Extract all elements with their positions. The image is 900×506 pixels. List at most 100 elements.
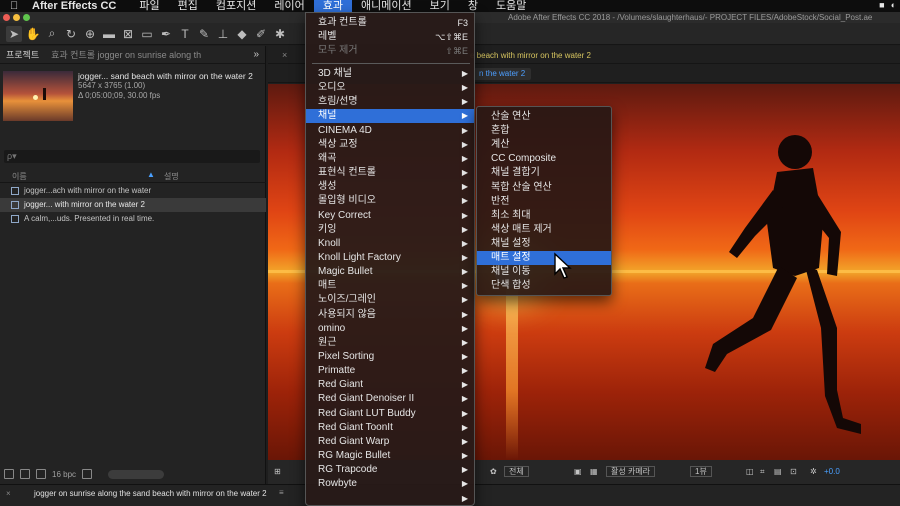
panel-more-icon[interactable]: »: [253, 49, 259, 60]
tab-timeline[interactable]: jogger on sunrise along the sand beach w…: [34, 489, 267, 498]
menu-item[interactable]: 사용되지 않음 ▶: [306, 308, 474, 322]
video-tool-icon[interactable]: ▬: [101, 26, 117, 42]
zoom-tool-icon[interactable]: ⌕: [44, 26, 60, 42]
resolution-select[interactable]: 전체: [504, 466, 529, 477]
menu-effects[interactable]: 효과: [313, 0, 352, 12]
menu-composition[interactable]: 컴포지션: [207, 0, 265, 12]
submenu-item[interactable]: 채널 설정: [477, 237, 611, 251]
menu-item[interactable]: RG Magic Bullet ▶: [306, 449, 474, 463]
region-icon[interactable]: ⊞: [274, 467, 281, 476]
menu-item[interactable]: Red Giant Denoiser II ▶: [306, 392, 474, 406]
submenu-item[interactable]: 단색 합성: [477, 279, 611, 293]
roto-tool-icon[interactable]: ✐: [253, 26, 269, 42]
views-select[interactable]: 1뷰: [690, 466, 712, 477]
menu-item[interactable]: Red Giant ▶: [306, 378, 474, 392]
exposure-value[interactable]: +0.0: [824, 467, 840, 476]
app-name[interactable]: After Effects CC: [32, 0, 116, 12]
exposure-icon[interactable]: ✲: [810, 467, 817, 476]
zoom-window-icon[interactable]: [23, 14, 30, 21]
fast-preview-icon[interactable]: ⌗: [760, 467, 765, 477]
menu-item[interactable]: Pixel Sorting ▶: [306, 350, 474, 364]
puppet-tool-icon[interactable]: ✱: [272, 26, 288, 42]
interpret-footage-icon[interactable]: [4, 469, 14, 479]
menu-help[interactable]: 도움말: [487, 0, 535, 12]
menu-item[interactable]: Red Giant Warp ▶: [306, 435, 474, 449]
selection-tool-icon[interactable]: ➤: [6, 25, 22, 42]
menu-layer[interactable]: 레이어: [265, 0, 313, 12]
pen-tool-icon[interactable]: ✒: [158, 26, 174, 42]
submenu-item[interactable]: 매트 설정: [477, 251, 611, 265]
menu-item[interactable]: CINEMA 4D ▶: [306, 124, 474, 138]
camera-status-icon[interactable]: ■: [879, 0, 884, 10]
menu-item[interactable]: 매트 ▶: [306, 279, 474, 293]
stamp-tool-icon[interactable]: ⊥: [215, 26, 231, 42]
menu-item[interactable]: 흐림/선명 ▶: [306, 95, 474, 109]
submenu-item[interactable]: 복합 산술 연산: [477, 181, 611, 195]
list-item[interactable]: jogger...ach with mirror on the water: [0, 184, 266, 198]
submenu-item[interactable]: 계산: [477, 138, 611, 152]
menu-item[interactable]: 노이즈/그레인 ▶: [306, 293, 474, 307]
wifi-icon[interactable]: ◐: [891, 0, 896, 10]
rectangle-tool-icon[interactable]: ▭: [139, 26, 155, 42]
transparency-grid-icon[interactable]: ▦: [590, 467, 598, 476]
color-wheel-icon[interactable]: ✿: [490, 467, 497, 476]
menu-item[interactable]: 채널 ▶: [306, 109, 474, 124]
flowchart-icon[interactable]: ⊡: [790, 467, 797, 476]
menu-item-levels[interactable]: 레벨 ⌥⇧⌘E: [306, 30, 474, 44]
breadcrumb-item[interactable]: n the water 2: [473, 68, 532, 80]
menu-view[interactable]: 보기: [421, 0, 459, 12]
menu-item[interactable]: Primatte ▶: [306, 364, 474, 378]
hand-tool-icon[interactable]: ✋: [25, 26, 41, 42]
submenu-item[interactable]: 최소 최대: [477, 209, 611, 223]
project-search-input[interactable]: ρ▾: [4, 150, 260, 163]
trash-icon[interactable]: [82, 469, 93, 479]
menu-item[interactable]: Knoll Light Factory ▶: [306, 251, 474, 265]
menu-item[interactable]: omino ▶: [306, 322, 474, 336]
menu-item[interactable]: Red Giant ToonIt ▶: [306, 421, 474, 435]
thumbnail-slider[interactable]: [108, 469, 165, 479]
camera-tool-icon[interactable]: ⊕: [82, 26, 98, 42]
submenu-item[interactable]: 반전: [477, 195, 611, 209]
bit-depth-button[interactable]: 16 bpc: [52, 470, 76, 479]
submenu-item[interactable]: 산술 연산: [477, 110, 611, 124]
tab-composition[interactable]: e beach with mirror on the water 2: [470, 51, 591, 60]
type-tool-icon[interactable]: T: [177, 26, 193, 42]
submenu-item[interactable]: 채널 결합기: [477, 166, 611, 180]
menu-item[interactable]: 3D 채널 ▶: [306, 67, 474, 81]
tab-project[interactable]: 프로젝트: [0, 48, 45, 61]
menu-edit[interactable]: 편집: [169, 0, 207, 12]
sort-ascending-icon[interactable]: ▲: [147, 170, 155, 179]
submenu-item[interactable]: 혼합: [477, 124, 611, 138]
timeline-icon[interactable]: ▤: [774, 467, 782, 476]
toggle-pixel-icon[interactable]: ◫: [746, 467, 754, 476]
new-composition-icon[interactable]: [36, 469, 46, 479]
menu-animation[interactable]: 애니메이션: [352, 0, 421, 12]
menu-item[interactable]: 왜곡 ▶: [306, 152, 474, 166]
menu-item[interactable]: 표현식 컨트롤 ▶: [306, 166, 474, 180]
menu-item[interactable]: 원근 ▶: [306, 336, 474, 350]
minimize-window-icon[interactable]: [13, 14, 20, 21]
roi-icon[interactable]: ▣: [574, 467, 582, 476]
close-tab-icon[interactable]: ×: [6, 489, 11, 498]
eraser-tool-icon[interactable]: ◆: [234, 26, 250, 42]
rotate-tool-icon[interactable]: ↻: [63, 26, 79, 42]
menu-item[interactable]: Red Giant LUT Buddy ▶: [306, 407, 474, 421]
column-description[interactable]: 설명: [164, 171, 179, 182]
tab-effect-controls[interactable]: 효과 컨트롤 jogger on sunrise along th: [45, 48, 207, 61]
close-tab-icon[interactable]: ×: [282, 50, 287, 60]
menu-item[interactable]: 색상 교정 ▶: [306, 138, 474, 152]
menu-item[interactable]: Rowbyte ▶: [306, 477, 474, 491]
menu-item[interactable]: 키잉 ▶: [306, 223, 474, 237]
submenu-item[interactable]: CC Composite: [477, 152, 611, 166]
column-name[interactable]: 이름: [12, 171, 27, 182]
new-folder-icon[interactable]: [20, 469, 30, 479]
menu-item[interactable]: Magic Bullet ▶: [306, 265, 474, 279]
panel-menu-icon[interactable]: ≡: [279, 488, 284, 497]
menu-item-effect-controls[interactable]: 효과 컨트롤 F3: [306, 16, 474, 30]
list-item[interactable]: jogger... with mirror on the water 2: [0, 198, 266, 212]
camera-select[interactable]: 활성 카메라: [606, 466, 656, 477]
menu-item[interactable]: 오디오 ▶: [306, 81, 474, 95]
menu-item[interactable]: Knoll ▶: [306, 237, 474, 251]
apple-icon[interactable]: : [10, 0, 24, 12]
submenu-item[interactable]: 채널 이동: [477, 265, 611, 279]
